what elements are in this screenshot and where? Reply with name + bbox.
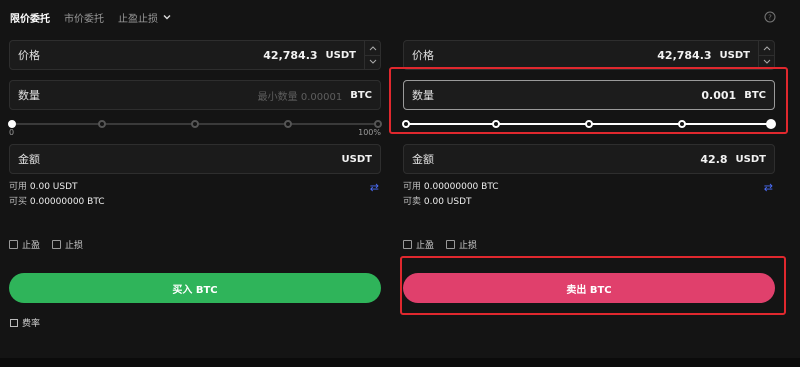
buy-total-field[interactable]: 金额 USDT (9, 144, 381, 174)
sell-price-stepper[interactable] (758, 41, 774, 69)
slider-step-75[interactable] (284, 120, 292, 128)
sell-amount-value: 0.001 (701, 88, 737, 102)
sell-total-label: 金额 (412, 153, 434, 166)
buy-tp-sl-options: 止盈 止损 (9, 238, 381, 251)
slider-step-25[interactable] (98, 120, 106, 128)
stop-loss-checkbox[interactable]: 止损 (446, 238, 477, 251)
buy-amount-label: 数量 (18, 89, 40, 102)
transfer-icon[interactable]: ⇄ (370, 180, 379, 195)
fee-rate-link[interactable]: 费率 (10, 316, 40, 329)
bottom-bar (0, 358, 800, 367)
svg-text:?: ? (768, 14, 772, 22)
available-value: 0.00 USDT (29, 182, 78, 192)
available-label: 可用 (9, 182, 28, 192)
sell-price-value: 42,784.3 (657, 48, 712, 62)
stepper-up-icon[interactable] (365, 41, 380, 56)
slider-step-50[interactable] (585, 120, 593, 128)
take-profit-checkbox[interactable]: 止盈 (9, 238, 40, 251)
sell-tp-sl-options: 止盈 止损 (403, 238, 775, 251)
sell-amount-label: 数量 (412, 89, 434, 102)
transfer-icon[interactable]: ⇄ (764, 180, 773, 195)
sell-amount-field[interactable]: 数量 0.001 BTC (403, 80, 775, 110)
can-buy-label: 可买 (9, 197, 28, 207)
buy-price-label: 价格 (18, 49, 40, 62)
can-buy-value: 0.00000000 BTC (29, 197, 105, 207)
sell-price-label: 价格 (412, 49, 434, 62)
slider-step-100[interactable] (374, 120, 382, 128)
slider-handle[interactable] (766, 119, 776, 129)
stepper-down-icon[interactable] (759, 56, 774, 70)
sell-panel: 价格 42,784.3 USDT 数量 0.001 BTC 金额 42.8 US… (402, 40, 776, 303)
buy-price-unit: USDT (325, 49, 356, 61)
buy-total-label: 金额 (18, 153, 40, 166)
stepper-up-icon[interactable] (759, 41, 774, 56)
checkbox-icon (446, 240, 456, 249)
can-sell-value: 0.00 USDT (423, 197, 472, 207)
stop-loss-checkbox[interactable]: 止损 (52, 238, 83, 251)
help-icon[interactable]: ? (764, 11, 776, 23)
buy-amount-unit: BTC (350, 89, 372, 101)
sell-total-field[interactable]: 金额 42.8 USDT (403, 144, 775, 174)
take-profit-label: 止盈 (416, 241, 435, 251)
buy-price-stepper[interactable] (364, 41, 380, 69)
chevron-down-icon (163, 15, 171, 20)
sell-price-field[interactable]: 价格 42,784.3 USDT (403, 40, 775, 70)
sell-price-unit: USDT (719, 49, 750, 61)
buy-panel: 价格 42,784.3 USDT 数量 最小数量 0.00001 BTC 0 1… (8, 40, 382, 303)
slider-handle[interactable] (8, 120, 16, 128)
buy-total-unit: USDT (341, 153, 372, 165)
slider-step-50[interactable] (191, 120, 199, 128)
stepper-down-icon[interactable] (365, 56, 380, 70)
take-profit-label: 止盈 (22, 241, 41, 251)
fee-rate-label: 费率 (22, 319, 41, 329)
slider-min-label: 0 (9, 128, 15, 137)
buy-price-field[interactable]: 价格 42,784.3 USDT (9, 40, 381, 70)
buy-balance-info: 可用 0.00 USDT 可买 0.00000000 BTC ⇄ (9, 180, 381, 210)
stop-loss-label: 止损 (65, 241, 84, 251)
tab-tp-sl-label: 止盈止损 (118, 13, 158, 25)
checkbox-icon (403, 240, 412, 249)
sell-total-value: 42.8 (700, 152, 728, 166)
available-label: 可用 (403, 182, 422, 192)
checkbox-icon (52, 240, 62, 249)
buy-amount-field[interactable]: 数量 最小数量 0.00001 BTC (9, 80, 381, 110)
tab-market-order[interactable]: 市价委托 (64, 10, 104, 25)
take-profit-checkbox[interactable]: 止盈 (403, 238, 434, 251)
slider-step-0[interactable] (402, 120, 410, 128)
tab-tp-sl[interactable]: 止盈止损 (118, 10, 172, 25)
sell-total-unit: USDT (735, 153, 766, 165)
sell-balance-info: 可用 0.00000000 BTC 可卖 0.00 USDT ⇄ (403, 180, 775, 210)
tab-limit-order[interactable]: 限价委托 (10, 10, 50, 25)
order-type-tabs: 限价委托 市价委托 止盈止损 ? (0, 0, 800, 34)
available-value: 0.00000000 BTC (423, 182, 499, 192)
sell-amount-slider[interactable] (402, 116, 776, 138)
slider-step-25[interactable] (492, 120, 500, 128)
stop-loss-label: 止损 (459, 241, 478, 251)
buy-button[interactable]: 买入 BTC (9, 273, 381, 303)
fee-icon (10, 318, 18, 327)
slider-max-label: 100% (358, 128, 381, 137)
checkbox-icon (9, 240, 18, 249)
slider-step-75[interactable] (678, 120, 686, 128)
buy-amount-slider[interactable]: 0 100% (8, 116, 382, 138)
buy-price-value: 42,784.3 (263, 48, 318, 62)
can-sell-label: 可卖 (403, 197, 422, 207)
sell-amount-unit: BTC (744, 89, 766, 101)
sell-button[interactable]: 卖出 BTC (403, 273, 775, 303)
buy-amount-placeholder: 最小数量 0.00001 (257, 91, 343, 103)
